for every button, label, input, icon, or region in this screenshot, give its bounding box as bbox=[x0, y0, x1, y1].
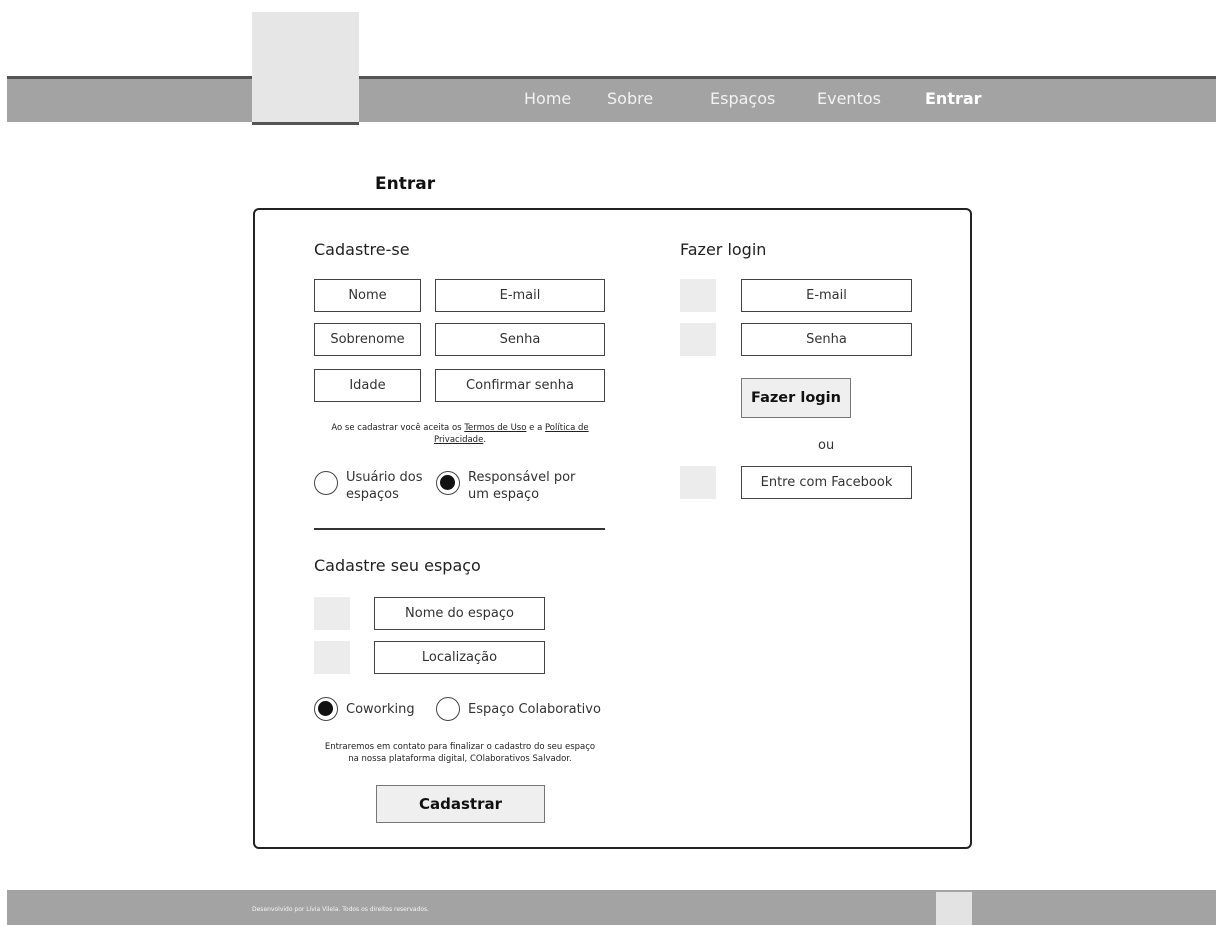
radio-owner-label: Responsável por um espaço bbox=[468, 469, 575, 503]
login-button[interactable]: Fazer login bbox=[741, 378, 851, 418]
radio-owner[interactable] bbox=[436, 471, 460, 495]
space-note-line1: Entraremos em contato para finalizar o c… bbox=[324, 742, 596, 752]
radio-user[interactable] bbox=[314, 471, 338, 495]
nav-link-about[interactable]: Sobre bbox=[607, 89, 653, 108]
radio-user-label-line1: Usuário dos bbox=[346, 470, 423, 485]
terms-suffix: . bbox=[483, 435, 487, 445]
login-email-field[interactable]: E-mail bbox=[741, 279, 912, 312]
name-field[interactable]: Nome bbox=[314, 279, 421, 312]
register-button[interactable]: Cadastrar bbox=[376, 785, 545, 823]
space-title: Cadastre seu espaço bbox=[314, 556, 481, 575]
nav-link-events[interactable]: Eventos bbox=[817, 89, 881, 108]
login-email-icon bbox=[680, 279, 716, 312]
radio-owner-label-line1: Responsável por bbox=[468, 470, 576, 485]
radio-owner-label-line2: um espaço bbox=[468, 487, 540, 502]
location-icon bbox=[314, 641, 350, 674]
footer-text: Desenvolvido por Lívia Vilela. Todos os … bbox=[252, 906, 430, 913]
space-note-line2: na nossa plataforma digital, COlaborativ… bbox=[348, 754, 572, 764]
space-note: Entraremos em contato para finalizar o c… bbox=[300, 741, 620, 765]
terms-middle: e a bbox=[526, 423, 545, 433]
email-field[interactable]: E-mail bbox=[435, 279, 605, 312]
terms-link[interactable]: Termos de Uso bbox=[464, 423, 526, 433]
space-name-field[interactable]: Nome do espaço bbox=[374, 597, 545, 630]
login-title: Fazer login bbox=[680, 240, 767, 259]
nav-link-spaces[interactable]: Espaços bbox=[710, 89, 775, 108]
logo[interactable] bbox=[252, 12, 359, 125]
radio-user-label: Usuário dos espaços bbox=[346, 469, 423, 503]
facebook-icon bbox=[680, 466, 716, 499]
confirm-password-field[interactable]: Confirmar senha bbox=[435, 369, 605, 402]
or-separator: ou bbox=[818, 438, 835, 453]
radio-coworking-label: Coworking bbox=[346, 702, 415, 717]
section-divider bbox=[314, 528, 605, 530]
facebook-login-button[interactable]: Entre com Facebook bbox=[741, 466, 912, 499]
age-field[interactable]: Idade bbox=[314, 369, 421, 402]
password-field[interactable]: Senha bbox=[435, 323, 605, 356]
page-title: Entrar bbox=[375, 174, 436, 194]
signup-title: Cadastre-se bbox=[314, 240, 410, 259]
login-password-field[interactable]: Senha bbox=[741, 323, 912, 356]
terms-prefix: Ao se cadastrar você aceita os bbox=[331, 423, 465, 433]
privacy-link-line2[interactable]: Privacidade bbox=[434, 435, 483, 445]
footer-icon[interactable] bbox=[936, 892, 972, 925]
terms-notice: Ao se cadastrar você aceita os Termos de… bbox=[310, 422, 610, 446]
radio-user-label-line2: espaços bbox=[346, 487, 399, 502]
radio-collaborative[interactable] bbox=[436, 697, 460, 721]
surname-field[interactable]: Sobrenome bbox=[314, 323, 421, 356]
nav-link-home[interactable]: Home bbox=[524, 89, 571, 108]
radio-coworking[interactable] bbox=[314, 697, 338, 721]
login-password-icon bbox=[680, 323, 716, 356]
nav-link-login[interactable]: Entrar bbox=[925, 89, 982, 108]
radio-collaborative-label: Espaço Colaborativo bbox=[468, 702, 601, 717]
footer bbox=[7, 890, 1216, 925]
privacy-link-line1[interactable]: Política de bbox=[545, 423, 589, 433]
location-field[interactable]: Localização bbox=[374, 641, 545, 674]
space-name-icon bbox=[314, 597, 350, 630]
